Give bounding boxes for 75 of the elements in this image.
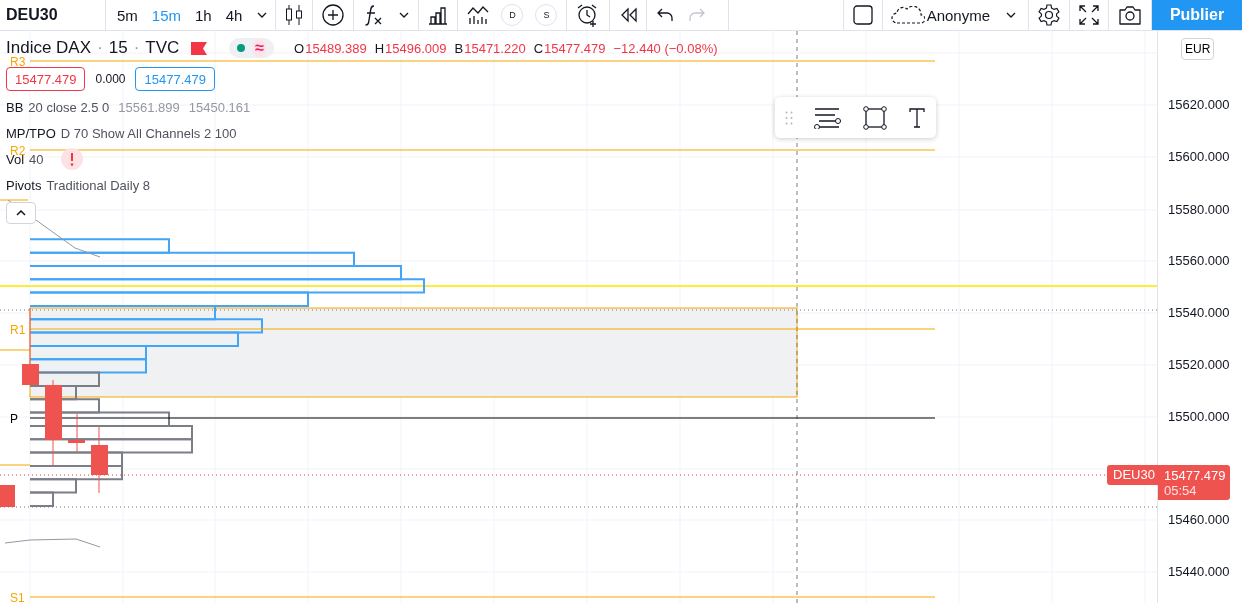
- candle: [0, 485, 15, 507]
- pivot-line: [0, 199, 29, 201]
- plus-circle-icon[interactable]: [322, 4, 345, 26]
- candle: [68, 413, 85, 453]
- bid-button[interactable]: 15477.479: [6, 67, 86, 91]
- candles-icon[interactable]: [285, 4, 304, 26]
- flag-icon[interactable]: [191, 41, 208, 55]
- last-price: 15477.479: [1164, 467, 1227, 483]
- currency-button[interactable]: EUR: [1181, 38, 1215, 60]
- price-label: 15620.000: [1168, 97, 1230, 112]
- indicator-params: 40: [29, 151, 44, 167]
- price-label: 15540.000: [1168, 305, 1230, 320]
- price-label: 15600.000: [1168, 149, 1230, 164]
- layout-square-icon[interactable]: [852, 5, 873, 25]
- interval-button[interactable]: 5m: [110, 0, 145, 30]
- price-label: 15440.000: [1168, 564, 1230, 579]
- settings-icon[interactable]: [1038, 4, 1060, 26]
- indicator-params: 20 close 2.5 0: [28, 99, 110, 115]
- price-label: 15520.000: [1168, 357, 1230, 372]
- indicator-chart-icon[interactable]: [467, 5, 490, 25]
- price-label: 15500.000: [1168, 409, 1230, 424]
- change-value: −12.440 (−0.08%): [613, 40, 718, 56]
- spread-value: 0.000: [95, 72, 126, 86]
- candle: [22, 364, 39, 385]
- price-label: 15460.000: [1168, 512, 1230, 527]
- indicator-value: 15561.899: [118, 99, 180, 115]
- symbol-name[interactable]: DEU30: [6, 6, 58, 24]
- symbol-tag: DEU30: [1107, 465, 1161, 485]
- interval-button[interactable]: 1h: [188, 0, 219, 30]
- pivot-line: [0, 349, 31, 351]
- ohlc-value: C15477.479: [533, 40, 606, 56]
- fullscreen-icon[interactable]: [1079, 5, 1099, 25]
- ohlc-value: H 15496.009: [374, 40, 447, 56]
- text-tool-icon[interactable]: [909, 107, 925, 128]
- indicator-params: Traditional Daily 8: [46, 177, 150, 193]
- interval-button[interactable]: 4h: [218, 0, 250, 30]
- ohlc-value: O15489.389: [294, 40, 367, 56]
- interval-label: 15: [108, 38, 128, 58]
- collapse-button[interactable]: [6, 202, 36, 224]
- bar-countdown: 05:54: [1164, 482, 1198, 498]
- bar-chart-icon[interactable]: [428, 5, 449, 25]
- instrument-title[interactable]: Indice DAX: [6, 38, 92, 58]
- session-start-line: [29, 307, 31, 365]
- pivot-label: R3: [10, 55, 26, 69]
- cloud-icon: [890, 6, 925, 24]
- ohlc-value: B15471.220: [454, 40, 526, 56]
- line-style-icon[interactable]: [813, 106, 841, 129]
- pivot-label: P: [10, 412, 18, 426]
- pivot-label: S1: [10, 591, 25, 603]
- indicator-value: 15450.161: [188, 99, 251, 115]
- separator-dot: ·: [97, 38, 103, 58]
- drag-handle-icon[interactable]: [785, 110, 793, 125]
- undo-icon[interactable]: [656, 8, 675, 22]
- chevron-down-icon[interactable]: [257, 12, 268, 18]
- price-label: 15560.000: [1168, 253, 1230, 268]
- chevron-down-icon: [1006, 12, 1016, 18]
- candle: [91, 426, 108, 494]
- indicator-name[interactable]: Pivots: [6, 177, 42, 193]
- pivot-label: R1: [10, 323, 26, 337]
- account-button[interactable]: Anonyme: [882, 0, 1029, 30]
- indicator-name[interactable]: BB: [6, 99, 24, 115]
- source-label: TVC: [145, 38, 180, 58]
- market-status-pill[interactable]: ≈: [229, 38, 275, 58]
- camera-icon[interactable]: [1118, 5, 1142, 25]
- rectangle-icon[interactable]: [863, 105, 887, 130]
- chevron-up-icon: [16, 210, 26, 216]
- rewind-icon[interactable]: [619, 7, 638, 23]
- price-label: 15580.000: [1168, 202, 1230, 217]
- indicator-params: D 70 Show All Channels 2 100: [60, 125, 237, 141]
- function-icon[interactable]: [363, 4, 384, 26]
- warning-icon[interactable]: [60, 148, 83, 170]
- pivot-line: [0, 464, 31, 466]
- indicator-name[interactable]: MP/TPO: [6, 125, 56, 141]
- separator-dot: ·: [133, 38, 140, 58]
- chevron-down-icon[interactable]: [399, 12, 410, 18]
